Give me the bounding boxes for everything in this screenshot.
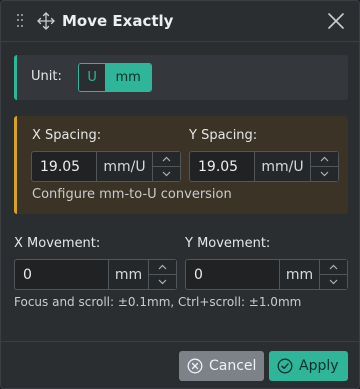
y-movement-stepper[interactable] [319,260,347,289]
check-circle-icon [277,358,293,374]
x-spacing-increment-button[interactable] [153,152,180,167]
x-spacing-input[interactable]: 19.05 mm/U [31,151,181,182]
chevron-down-icon [320,171,329,177]
y-movement-decrement-button[interactable] [320,275,347,289]
spacing-panel: X Spacing: Y Spacing: 19.05 mm/U 19.05 m… [14,116,348,214]
apply-button[interactable]: Apply [269,351,348,381]
x-movement-decrement-button[interactable] [149,275,176,289]
y-spacing-label: Y Spacing: [189,128,258,143]
move-arrows-icon [37,12,55,30]
chevron-down-icon [162,171,171,177]
drag-handle-icon[interactable] [17,14,23,28]
y-movement-increment-button[interactable] [320,260,347,275]
move-exactly-dialog: Move Exactly Unit: U mm X Spacing: Y Spa… [0,0,360,389]
x-movement-value[interactable]: 0 [15,260,108,289]
chevron-up-icon [329,264,338,270]
apply-button-label: Apply [299,358,339,374]
chevron-up-icon [162,156,171,162]
x-spacing-label: X Spacing: [32,128,102,143]
chevron-down-icon [329,279,338,285]
y-spacing-unit: mm/U [254,152,310,181]
unit-option-u[interactable]: U [79,64,106,91]
x-movement-increment-button[interactable] [149,260,176,275]
x-movement-unit: mm [108,260,148,289]
unit-panel: Unit: U mm [14,55,348,100]
x-spacing-decrement-button[interactable] [153,167,180,181]
x-spacing-value[interactable]: 19.05 [32,152,96,181]
y-spacing-increment-button[interactable] [311,152,338,167]
y-movement-value[interactable]: 0 [186,260,279,289]
dialog-title: Move Exactly [62,12,174,30]
x-spacing-unit: mm/U [96,152,152,181]
dialog-titlebar[interactable]: Move Exactly [1,1,359,42]
unit-option-mm[interactable]: mm [105,64,151,91]
cancel-button-label: Cancel [209,358,257,374]
unit-label: Unit: [31,69,62,84]
x-movement-label: X Movement: [14,236,101,251]
y-movement-input[interactable]: 0 mm [185,259,348,290]
unit-toggle: U mm [78,63,152,92]
x-movement-input[interactable]: 0 mm [14,259,177,290]
y-spacing-stepper[interactable] [310,152,338,181]
cancel-button[interactable]: Cancel [179,351,264,381]
cancel-circle-icon [187,358,203,374]
chevron-up-icon [320,156,329,162]
y-spacing-input[interactable]: 19.05 mm/U [189,151,339,182]
scroll-hint-text: Focus and scroll: ±0.1mm, Ctrl+scroll: ±… [14,295,302,309]
y-movement-unit: mm [279,260,319,289]
x-spacing-stepper[interactable] [152,152,180,181]
x-movement-stepper[interactable] [148,260,176,289]
y-spacing-value[interactable]: 19.05 [190,152,254,181]
dialog-footer: Cancel Apply [1,341,359,388]
y-movement-label: Y Movement: [185,236,271,251]
y-spacing-decrement-button[interactable] [311,167,338,181]
configure-conversion-link[interactable]: Configure mm-to-U conversion [32,187,232,202]
chevron-down-icon [158,279,167,285]
chevron-up-icon [158,264,167,270]
close-icon[interactable] [325,10,347,32]
